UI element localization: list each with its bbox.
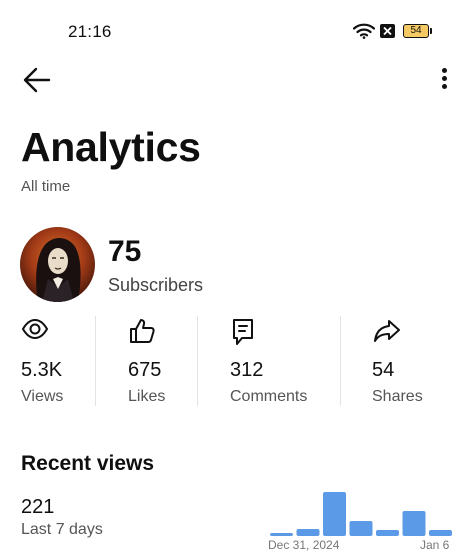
status-time: 21:16 <box>68 22 112 41</box>
more-options-button[interactable] <box>436 68 452 94</box>
subscriber-label: Subscribers <box>108 275 204 295</box>
notification-x-icon <box>380 24 395 38</box>
stat-divider <box>197 316 198 406</box>
chart-bar <box>323 492 346 536</box>
thumbs-up-icon <box>128 318 156 349</box>
stat-views[interactable]: 5.3K Views <box>21 315 93 410</box>
battery-tip <box>430 28 432 34</box>
chart-bar <box>376 530 399 536</box>
chart-bar <box>402 511 426 536</box>
stat-divider <box>340 316 341 406</box>
stat-views-label: Views <box>21 388 64 405</box>
arrow-left-icon <box>23 67 51 93</box>
stat-comments-value: 312 <box>230 359 264 381</box>
back-button[interactable] <box>22 66 52 94</box>
avatar[interactable] <box>20 227 95 302</box>
chart-x-label-start: Dec 31, 2024 <box>268 538 340 552</box>
stat-shares[interactable]: 54 Shares <box>372 315 472 410</box>
battery-icon: 54 <box>403 24 429 38</box>
stat-views-value: 5.3K <box>21 359 63 381</box>
recent-views-count: 221 <box>21 496 55 518</box>
eye-icon <box>21 318 49 345</box>
stat-shares-label: Shares <box>372 388 423 405</box>
chart-bar <box>429 530 452 536</box>
stat-likes-label: Likes <box>128 388 166 405</box>
recent-views-period: Last 7 days <box>21 521 103 538</box>
comment-icon <box>230 318 256 351</box>
page-title: Analytics <box>21 124 201 170</box>
status-bar: 21:16 54 <box>0 0 474 56</box>
recent-views-title: Recent views <box>21 452 155 475</box>
stat-shares-value: 54 <box>372 359 395 381</box>
stat-comments-label: Comments <box>230 388 308 405</box>
more-vertical-icon <box>436 68 452 89</box>
subscriber-count: 75 <box>108 235 142 268</box>
chart-bar <box>270 533 293 536</box>
page-subtitle: All time <box>21 178 71 195</box>
chart-bar <box>349 521 373 536</box>
share-icon <box>372 318 402 349</box>
chart-bar <box>296 529 320 536</box>
chart-x-label-end: Jan 6 <box>420 538 450 552</box>
stat-comments[interactable]: 312 Comments <box>230 315 330 410</box>
stat-likes[interactable]: 675 Likes <box>128 315 194 410</box>
stat-divider <box>95 316 96 406</box>
wifi-icon <box>352 23 376 44</box>
stat-likes-value: 675 <box>128 359 162 381</box>
